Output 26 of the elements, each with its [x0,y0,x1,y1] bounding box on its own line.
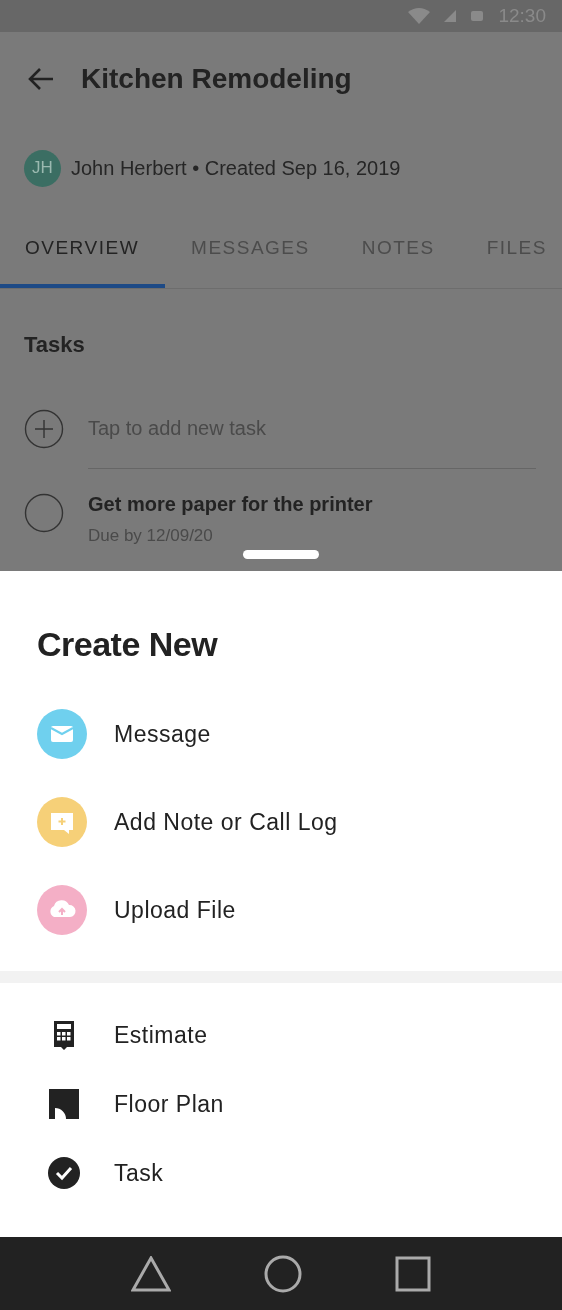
menu-item[interactable]: Floor Plan [48,1088,562,1120]
section-heading: Tasks [24,332,86,358]
menu-item[interactable]: Message [37,709,562,759]
back-icon[interactable] [27,66,55,91]
battery-icon [470,10,485,22]
menu-item[interactable]: Add Note or Call Log [37,797,562,847]
drag-handle[interactable] [243,550,319,559]
project-meta: John Herbert • Created Sep 16, 2019 [71,156,401,180]
avatar: JH [24,149,61,187]
sheet-title: Create New [36,624,219,664]
check-circle-icon [48,1157,80,1189]
back-nav-icon[interactable] [130,1255,171,1292]
calculator-icon [52,1019,76,1051]
recents-nav-icon[interactable] [395,1255,432,1292]
wifi-icon [408,8,431,24]
home-nav-icon[interactable] [264,1254,302,1293]
menu-item[interactable]: Estimate [48,1019,562,1051]
signal-icon [444,10,457,22]
menu-item[interactable]: Upload File [37,885,562,935]
task-title: Get more paper for the printer [88,493,373,516]
tab[interactable]: OVERVIEW [0,211,166,288]
task-checkbox[interactable] [24,493,64,533]
page-title: Kitchen Remodeling [81,62,352,95]
add-icon[interactable] [24,408,64,449]
floor-plan-icon [48,1088,80,1120]
menu-item[interactable]: Task [48,1157,562,1189]
